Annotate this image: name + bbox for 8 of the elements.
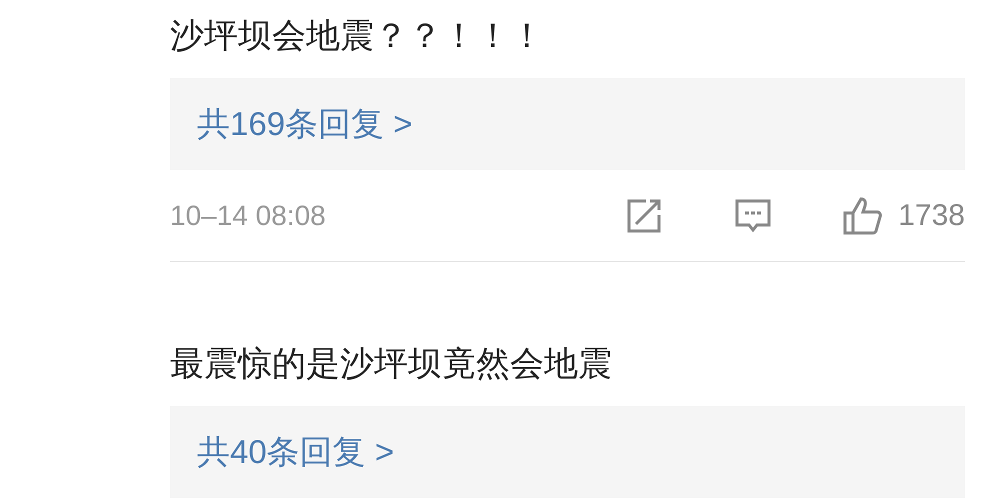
comment-text: 沙坪坝会地震？？！！！	[170, 16, 545, 57]
thumbs-up-icon[interactable]	[842, 196, 884, 236]
replies-link[interactable]: 共169条回复 >	[170, 78, 965, 170]
comment-icon[interactable]	[734, 198, 772, 234]
comment-time: 10–14 08:08	[170, 198, 326, 232]
replies-link[interactable]: 共40条回复 >	[170, 406, 965, 498]
comment-text: 最震惊的是沙坪坝竟然会地震	[170, 344, 613, 385]
like-count: 1738	[898, 198, 965, 234]
